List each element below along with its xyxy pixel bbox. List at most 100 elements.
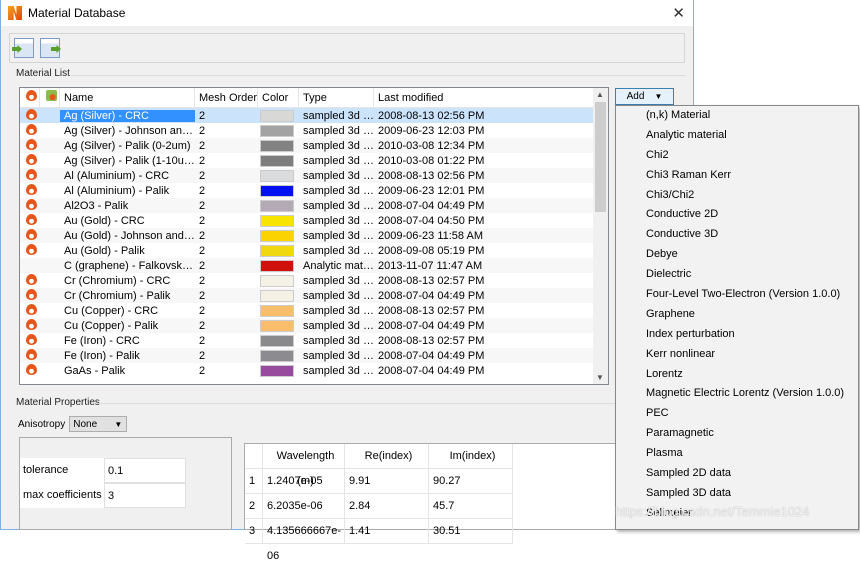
material-flame-icon	[20, 123, 40, 138]
table-row[interactable]: Cr (Chromium) - CRC 2 sampled 3d d... 20…	[20, 273, 608, 288]
max-coefficients-input[interactable]: 3	[104, 483, 186, 508]
menu-item[interactable]: Graphene	[616, 305, 858, 325]
table-row[interactable]: Ag (Silver) - Palik (1-10um) 2 sampled 3…	[20, 153, 608, 168]
menu-item[interactable]: Sampled 3D data	[616, 484, 858, 504]
data-cell[interactable]: 9.91	[345, 469, 429, 494]
material-flame-icon	[20, 273, 40, 288]
table-row[interactable]: Fe (Iron) - CRC 2 sampled 3d d... 2008-0…	[20, 333, 608, 348]
anisotropy-value: None	[73, 418, 98, 430]
header-last-modified[interactable]: Last modified	[374, 88, 594, 108]
import-icon[interactable]	[14, 38, 34, 58]
scrollbar[interactable]: ▲ ▼	[593, 88, 608, 384]
scroll-down-icon[interactable]: ▼	[596, 373, 604, 382]
material-name: Cu (Copper) - CRC	[64, 304, 159, 317]
menu-item[interactable]: Chi2	[616, 146, 858, 166]
last-modified: 2008-07-04 04:49 PM	[378, 349, 485, 362]
mesh-order: 2	[199, 154, 206, 167]
table-row[interactable]: Au (Gold) - Johnson and C... 2 sampled 3…	[20, 228, 608, 243]
material-flame-icon	[20, 318, 40, 333]
color-cell	[258, 199, 299, 212]
color-cell	[258, 124, 299, 137]
export-icon[interactable]	[40, 38, 60, 58]
material-type: sampled 3d d...	[303, 169, 374, 182]
close-button[interactable]: ✕	[672, 4, 685, 22]
menu-item[interactable]: Chi3/Chi2	[616, 186, 858, 206]
menu-item[interactable]: Paramagnetic	[616, 424, 858, 444]
material-database-window: Material Database ✕ Material List Name M…	[0, 0, 695, 562]
menu-item[interactable]: PEC	[616, 404, 858, 424]
material-type: sampled 3d d...	[303, 349, 374, 362]
table-row[interactable]: Cu (Copper) - CRC 2 sampled 3d d... 2008…	[20, 303, 608, 318]
table-row[interactable]: Au (Gold) - CRC 2 sampled 3d d... 2008-0…	[20, 213, 608, 228]
table-row[interactable]: Ag (Silver) - Palik (0-2um) 2 sampled 3d…	[20, 138, 608, 153]
color-swatch	[260, 334, 294, 347]
mesh-order: 2	[199, 319, 206, 332]
menu-item[interactable]: Debye	[616, 245, 858, 265]
data-cell[interactable]: 1.41	[345, 519, 429, 544]
data-cell[interactable]: 90.27	[429, 469, 513, 494]
anisotropy-select[interactable]: None ▼	[69, 416, 128, 432]
data-cell[interactable]: 1.2407e-05	[263, 469, 345, 494]
flame-header-icon[interactable]	[20, 88, 40, 108]
last-modified: 2008-08-13 02:56 PM	[378, 169, 485, 182]
menu-item[interactable]: Magnetic Electric Lorentz (Version 1.0.0…	[616, 384, 858, 404]
mesh-order: 2	[199, 349, 206, 362]
table-row[interactable]: Al2O3 - Palik 2 sampled 3d d... 2008-07-…	[20, 198, 608, 213]
data-cell[interactable]: 2.84	[345, 494, 429, 519]
menu-item[interactable]: Analytic material	[616, 126, 858, 146]
material-flame-icon	[20, 198, 40, 213]
last-modified: 2010-03-08 01:22 PM	[378, 154, 485, 167]
table-row[interactable]: Al (Aluminium) - Palik 2 sampled 3d d...…	[20, 183, 608, 198]
material-properties-label: Material Properties	[16, 397, 100, 408]
table-row[interactable]: Fe (Iron) - Palik 2 sampled 3d d... 2008…	[20, 348, 608, 363]
menu-item[interactable]: Plasma	[616, 444, 858, 464]
menu-item[interactable]: (n,k) Material	[616, 106, 858, 126]
menu-item[interactable]: Index perturbation	[616, 325, 858, 345]
color-swatch	[260, 244, 294, 257]
material-name: Cr (Chromium) - Palik	[64, 289, 171, 302]
data-cell[interactable]: 30.51	[429, 519, 513, 544]
material-name: Ag (Silver) - CRC	[60, 109, 195, 122]
table-row[interactable]: Ag (Silver) - Johnson and C... 2 sampled…	[20, 123, 608, 138]
menu-item[interactable]: Dielectric	[616, 265, 858, 285]
table-row[interactable]: Au (Gold) - Palik 2 sampled 3d d... 2008…	[20, 243, 608, 258]
color-cell	[258, 334, 299, 347]
table-row[interactable]: Ag (Silver) - CRC 2 sampled 3d d... 2008…	[20, 108, 608, 123]
material-flame-icon	[20, 243, 40, 258]
material-name: Fe (Iron) - Palik	[64, 349, 140, 362]
header-wavelength: Wavelength (m)	[263, 444, 345, 487]
delete-header-icon[interactable]	[40, 88, 60, 108]
scroll-up-icon[interactable]: ▲	[596, 90, 604, 99]
scroll-thumb[interactable]	[595, 102, 606, 212]
menu-item[interactable]: Lorentz	[616, 365, 858, 385]
table-row[interactable]: Cr (Chromium) - Palik 2 sampled 3d d... …	[20, 288, 608, 303]
data-cell[interactable]: 6.2035e-06	[263, 494, 345, 519]
material-type: sampled 3d d...	[303, 229, 374, 242]
last-modified: 2008-07-04 04:49 PM	[378, 199, 485, 212]
data-cell[interactable]: 4.135666667e-06	[263, 519, 345, 562]
mesh-order: 2	[199, 124, 206, 137]
menu-item[interactable]: Kerr nonlinear	[616, 345, 858, 365]
menu-item[interactable]: Chi3 Raman Kerr	[616, 166, 858, 186]
header-color[interactable]: Color	[258, 88, 299, 108]
tolerance-input[interactable]: 0.1	[104, 458, 186, 483]
menu-item[interactable]: Sampled 2D data	[616, 464, 858, 484]
title-bar: Material Database ✕	[1, 0, 693, 26]
material-flame-icon	[20, 348, 40, 363]
data-cell[interactable]: 45.7	[429, 494, 513, 519]
menu-item[interactable]: Conductive 3D	[616, 225, 858, 245]
mesh-order: 2	[199, 304, 206, 317]
table-row[interactable]: Al (Aluminium) - CRC 2 sampled 3d d... 2…	[20, 168, 608, 183]
table-row[interactable]: Cu (Copper) - Palik 2 sampled 3d d... 20…	[20, 318, 608, 333]
material-table[interactable]: Name Mesh Order Color Type Last modified…	[19, 87, 609, 385]
header-name[interactable]: Name	[60, 88, 195, 108]
material-type: Analytic mate...	[303, 259, 374, 272]
color-swatch	[260, 154, 294, 167]
header-mesh-order[interactable]: Mesh Order	[195, 88, 258, 108]
table-row[interactable]: C (graphene) - Falkovsky (... 2 Analytic…	[20, 258, 608, 273]
menu-item[interactable]: Conductive 2D	[616, 205, 858, 225]
table-row[interactable]: GaAs - Palik 2 sampled 3d d... 2008-07-0…	[20, 363, 608, 378]
header-type[interactable]: Type	[299, 88, 374, 108]
menu-item[interactable]: Four-Level Two-Electron (Version 1.0.0)	[616, 285, 858, 305]
add-button[interactable]: Add ▼	[615, 88, 674, 105]
